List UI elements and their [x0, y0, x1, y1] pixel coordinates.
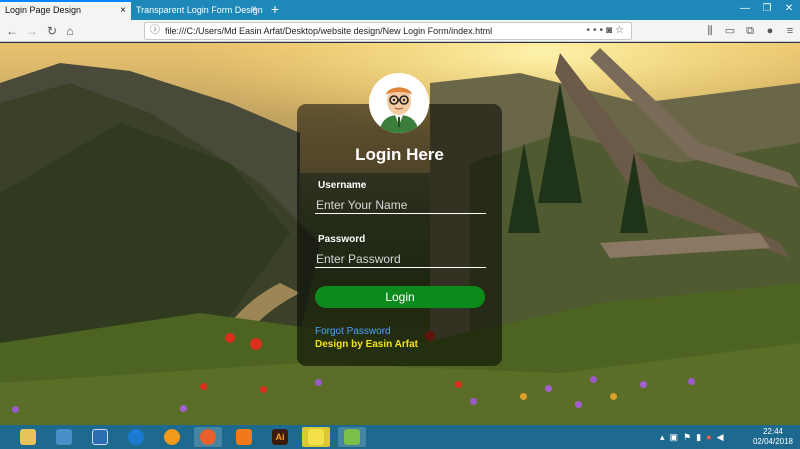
username-label: Username [318, 180, 367, 191]
pine-tree [620, 153, 648, 233]
file-explorer-icon [20, 429, 36, 445]
share-icon [128, 429, 144, 445]
url-text[interactable]: file:///C:/Users/Md Easin Arfat/Desktop/… [165, 23, 492, 39]
tab-transparent-login-form[interactable]: Transparent Login Form Design × [131, 0, 263, 20]
pine-tree [538, 83, 582, 203]
taskbar-screen[interactable] [86, 427, 114, 447]
taskbar: Ai ▴ ▣ ⚑ ▮ ● ◀ 22:44 02/04/2018 [0, 425, 800, 449]
design-credit: Design by Easin Arfat [315, 339, 418, 350]
avatar [369, 73, 429, 133]
reload-icon[interactable]: ↻ [44, 22, 60, 40]
home-icon[interactable]: ⌂ [62, 22, 78, 40]
account-icon[interactable]: ● [762, 23, 778, 39]
flower [250, 338, 262, 350]
flower [520, 393, 527, 400]
library-icon[interactable]: ⫼ [702, 23, 718, 39]
uc-browser-icon [236, 429, 252, 445]
volume-icon: ◀ [716, 432, 724, 442]
flower [688, 378, 695, 385]
username-input[interactable] [315, 196, 486, 214]
taskbar-chart-app[interactable] [338, 427, 366, 447]
forward-icon[interactable]: → [24, 22, 40, 40]
bookmark-star-icon: ☆ [615, 25, 627, 36]
taskbar-vlc[interactable] [158, 427, 186, 447]
screen-icon [92, 429, 108, 445]
battery-icon: ▮ [696, 432, 702, 442]
tab-title: Login Page Design [5, 5, 82, 15]
taskbar-illustrator[interactable]: Ai [266, 427, 294, 447]
chart-app-icon [344, 429, 360, 445]
clock[interactable]: 22:44 02/04/2018 [750, 427, 796, 447]
flower [260, 386, 267, 393]
flower [470, 398, 477, 405]
alert-icon: ● [706, 432, 712, 442]
password-input[interactable] [315, 250, 486, 268]
flag-icon: ⚑ [683, 432, 692, 442]
sidebar-icon[interactable]: ▭ [722, 23, 738, 39]
flower [455, 381, 462, 388]
clock-time: 22:44 [762, 427, 784, 436]
window-close-icon[interactable]: ✕ [778, 0, 800, 20]
forgot-password-link[interactable]: Forgot Password [315, 326, 391, 337]
flower [575, 401, 582, 408]
tab-login-page-design[interactable]: Login Page Design × [0, 0, 131, 20]
info-icon[interactable]: ⓘ [150, 23, 160, 39]
flower [640, 381, 647, 388]
tray-icons[interactable]: ▴ ▣ ⚑ ▮ ● ◀ [660, 425, 724, 449]
taskbar-share[interactable] [122, 427, 150, 447]
flower [200, 383, 207, 390]
minimize-icon[interactable]: — [734, 0, 756, 20]
flower [180, 405, 187, 412]
taskbar-uc-browser[interactable] [230, 427, 258, 447]
illustrator-icon: Ai [272, 429, 288, 445]
firefox-icon [200, 429, 216, 445]
flower [545, 385, 552, 392]
flower [590, 376, 597, 383]
pine-tree [508, 143, 540, 233]
pocket-icon: ◙ [605, 25, 616, 36]
navigation-bar: ← → ↻ ⌂ ⓘ file:///C:/Users/Md Easin Arfa… [0, 20, 800, 42]
tab-strip: Login Page Design × Transparent Login Fo… [0, 0, 800, 20]
taskbar-file-explorer[interactable] [14, 427, 42, 447]
tab-title: Transparent Login Form Design [136, 5, 263, 15]
network-icon: ▣ [669, 432, 679, 442]
more-icon: ••• [586, 25, 606, 36]
login-title: Login Here [355, 145, 444, 164]
clock-date: 02/04/2018 [752, 437, 794, 446]
chevron-up-icon: ▴ [660, 432, 665, 442]
taskbar-photo[interactable] [302, 427, 330, 447]
taskbar-firefox[interactable] [194, 427, 222, 447]
control-panel-icon [56, 429, 72, 445]
menu-icon[interactable]: ≡ [782, 23, 798, 39]
flower [610, 393, 617, 400]
password-label: Password [318, 234, 366, 245]
url-bar[interactable]: ⓘ file:///C:/Users/Md Easin Arfat/Deskto… [144, 22, 632, 40]
flower [225, 333, 235, 343]
back-icon[interactable]: ← [4, 22, 20, 40]
restore-icon[interactable]: ❐ [756, 0, 778, 20]
vlc-icon [164, 429, 180, 445]
close-icon[interactable]: × [120, 2, 126, 19]
photo-icon [308, 429, 324, 445]
page-actions[interactable]: •••◙☆ [586, 23, 627, 39]
login-button[interactable]: Login [315, 286, 485, 308]
flower [12, 406, 19, 413]
flower [315, 379, 322, 386]
new-tab-button[interactable]: + [266, 0, 284, 20]
user-avatar-icon [369, 73, 429, 133]
taskbar-control-panel[interactable] [50, 427, 78, 447]
close-icon[interactable]: × [251, 0, 257, 20]
synced-tabs-icon[interactable]: ⧉ [742, 23, 758, 39]
